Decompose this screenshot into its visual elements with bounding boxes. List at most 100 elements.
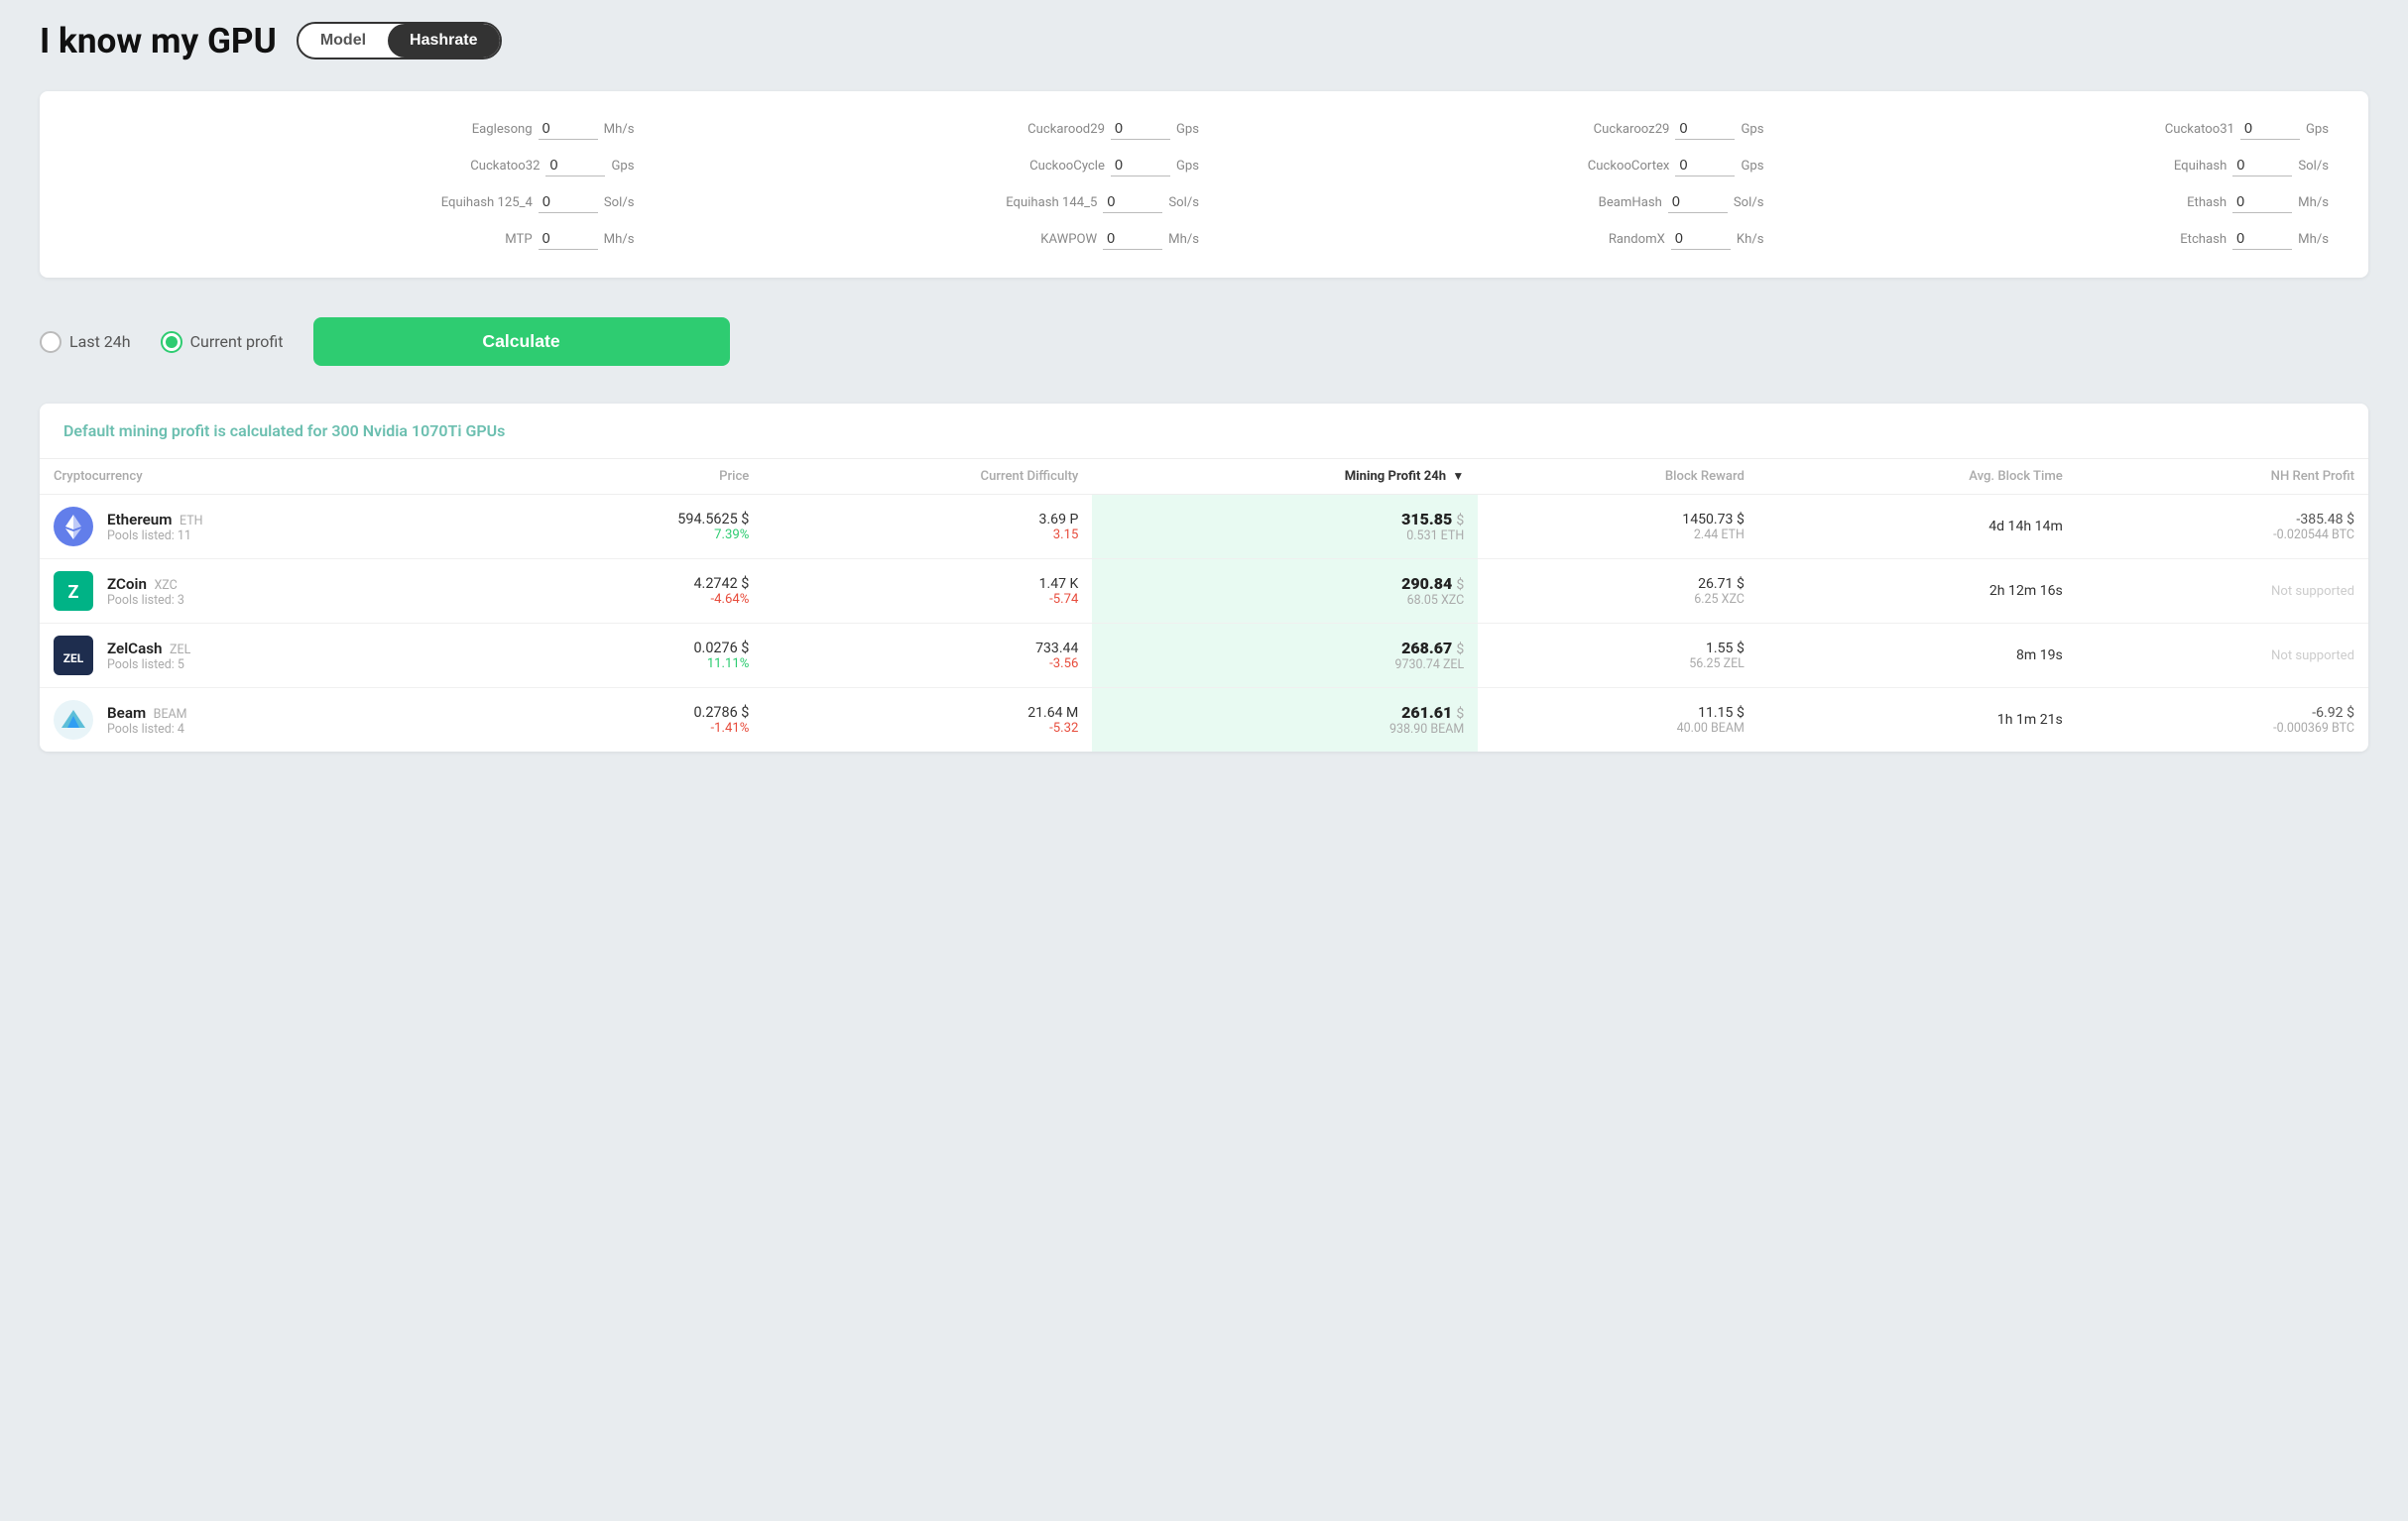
block-sub: 2.44 ETH bbox=[1492, 527, 1745, 542]
hashrate-field-cuckatoo32: Cuckatoo32 Gps bbox=[79, 156, 635, 176]
profit-cell-eth: 315.85 $ 0.531 ETH bbox=[1092, 495, 1478, 559]
calculate-button[interactable]: Calculate bbox=[313, 317, 730, 366]
col-header-mining-profit[interactable]: Mining Profit 24h ▼ bbox=[1092, 459, 1478, 495]
field-input-mtp[interactable] bbox=[539, 229, 598, 250]
field-label: Eaglesong bbox=[472, 122, 533, 137]
diff-main: 3.69 P bbox=[777, 512, 1078, 527]
field-input-ethash[interactable] bbox=[2232, 192, 2292, 213]
block-reward-cell-beam: 11.15 $ 40.00 BEAM bbox=[1478, 688, 1758, 753]
field-unit: Sol/s bbox=[1168, 195, 1199, 210]
field-unit: Sol/s bbox=[2298, 159, 2329, 174]
hashrate-panel: Eaglesong Mh/s Cuckarood29 Gps Cuckarooz… bbox=[40, 91, 2368, 278]
difficulty-cell-eth: 3.69 P 3.15 bbox=[763, 495, 1092, 559]
hashrate-field-equihash144_5: Equihash 144_5 Sol/s bbox=[645, 192, 1200, 213]
current-profit-radio[interactable]: Current profit bbox=[161, 331, 284, 353]
col-header-price: Price bbox=[503, 459, 763, 495]
diff-change: -5.32 bbox=[777, 721, 1078, 736]
price-main: 0.2786 $ bbox=[517, 704, 749, 721]
toggle-hashrate-btn[interactable]: Hashrate bbox=[388, 24, 499, 58]
zel-icon: ZEL bbox=[54, 636, 93, 675]
table-row: Ethereum ETH Pools listed: 11 594.5625 $… bbox=[40, 495, 2368, 559]
col-header-difficulty: Current Difficulty bbox=[763, 459, 1092, 495]
avg-block-time-cell-zel: 8m 19s bbox=[1758, 624, 2077, 688]
avg-block-time-cell-beam: 1h 1m 21s bbox=[1758, 688, 2077, 753]
pools-listed: Pools listed: 5 bbox=[107, 657, 190, 672]
field-input-cuckatoo32[interactable] bbox=[545, 156, 605, 176]
field-input-cuckarooz29[interactable] bbox=[1675, 119, 1735, 140]
profit-sub: 0.531 ETH bbox=[1106, 528, 1464, 543]
avg-block-time-value: 1h 1m 21s bbox=[1997, 712, 2063, 728]
svg-text:ZEL: ZEL bbox=[63, 651, 84, 665]
field-input-equihash[interactable] bbox=[2232, 156, 2292, 176]
nh-rent-cell-xzc: Not supported bbox=[2077, 559, 2368, 624]
hashrate-field-kawpow: KAWPOW Mh/s bbox=[645, 229, 1200, 250]
nh-rent-cell-beam: -6.92 $ -0.000369 BTC bbox=[2077, 688, 2368, 753]
field-input-eaglesong[interactable] bbox=[539, 119, 598, 140]
difficulty-cell-zel: 733.44 -3.56 bbox=[763, 624, 1092, 688]
page-header: I know my GPU Model Hashrate bbox=[40, 20, 2368, 61]
nh-rent-cell-zel: Not supported bbox=[2077, 624, 2368, 688]
field-label: Cuckatoo31 bbox=[2165, 122, 2234, 137]
block-reward-cell-xzc: 26.71 $ 6.25 XZC bbox=[1478, 559, 1758, 624]
profit-sub: 68.05 XZC bbox=[1106, 593, 1464, 608]
field-label: CuckooCycle bbox=[1029, 159, 1105, 174]
hashrate-field-randomx: RandomX Kh/s bbox=[1209, 229, 1764, 250]
block-sub: 40.00 BEAM bbox=[1492, 721, 1745, 736]
price-cell-xzc: 4.2742 $ -4.64% bbox=[503, 559, 763, 624]
block-reward-cell-eth: 1450.73 $ 2.44 ETH bbox=[1478, 495, 1758, 559]
field-input-equihash125_4[interactable] bbox=[539, 192, 598, 213]
current-profit-radio-circle bbox=[161, 331, 182, 353]
field-input-kawpow[interactable] bbox=[1103, 229, 1162, 250]
diff-change: -3.56 bbox=[777, 656, 1078, 671]
coin-cell-eth: Ethereum ETH Pools listed: 11 bbox=[40, 495, 503, 559]
profit-cell-zel: 268.67 $ 9730.74 ZEL bbox=[1092, 624, 1478, 688]
field-unit: Sol/s bbox=[604, 195, 635, 210]
coin-ticker: BEAM bbox=[154, 707, 187, 722]
coin-cell-xzc: Z ZCoin XZC Pools listed: 3 bbox=[40, 559, 503, 624]
hashrate-field-equihash125_4: Equihash 125_4 Sol/s bbox=[79, 192, 635, 213]
price-main: 594.5625 $ bbox=[517, 511, 749, 527]
col-header-cryptocurrency: Cryptocurrency bbox=[40, 459, 503, 495]
avg-block-time-cell-eth: 4d 14h 14m bbox=[1758, 495, 2077, 559]
results-section: Default mining profit is calculated for … bbox=[40, 404, 2368, 752]
field-input-cuckatoo31[interactable] bbox=[2240, 119, 2300, 140]
not-supported-label: Not supported bbox=[2271, 648, 2354, 663]
coin-cell-beam: Beam BEAM Pools listed: 4 bbox=[40, 688, 503, 753]
diff-main: 1.47 K bbox=[777, 576, 1078, 592]
diff-main: 21.64 M bbox=[777, 705, 1078, 721]
field-label: RandomX bbox=[1609, 232, 1665, 247]
coin-cell-zel: ZEL ZelCash ZEL Pools listed: 5 bbox=[40, 624, 503, 688]
difficulty-cell-xzc: 1.47 K -5.74 bbox=[763, 559, 1092, 624]
hashrate-field-equihash: Equihash Sol/s bbox=[1774, 156, 2330, 176]
price-cell-zel: 0.0276 $ 11.11% bbox=[503, 624, 763, 688]
field-input-randomx[interactable] bbox=[1671, 229, 1731, 250]
field-input-equihash144_5[interactable] bbox=[1103, 192, 1162, 213]
price-main: 0.0276 $ bbox=[517, 640, 749, 656]
field-input-beamhash[interactable] bbox=[1668, 192, 1728, 213]
nh-sub: -0.020544 BTC bbox=[2091, 527, 2354, 542]
coin-name: Ethereum bbox=[107, 511, 172, 528]
field-label: MTP bbox=[505, 232, 532, 247]
not-supported-label: Not supported bbox=[2271, 584, 2354, 599]
field-label: KAWPOW bbox=[1040, 232, 1097, 247]
toggle-model-btn[interactable]: Model bbox=[299, 24, 388, 58]
field-input-etchash[interactable] bbox=[2232, 229, 2292, 250]
page-title: I know my GPU bbox=[40, 20, 277, 61]
block-main: 1450.73 $ bbox=[1492, 512, 1745, 527]
field-input-cuckoocycle[interactable] bbox=[1111, 156, 1170, 176]
coin-name: Beam bbox=[107, 704, 146, 722]
mode-toggle[interactable]: Model Hashrate bbox=[297, 22, 502, 59]
last24h-radio[interactable]: Last 24h bbox=[40, 331, 131, 353]
profit-main: 268.67 $ bbox=[1106, 639, 1464, 657]
field-input-cuckarood29[interactable] bbox=[1111, 119, 1170, 140]
eth-icon bbox=[54, 507, 93, 546]
price-main: 4.2742 $ bbox=[517, 575, 749, 592]
field-label: Etchash bbox=[2180, 232, 2227, 247]
field-input-cuckoocortex[interactable] bbox=[1675, 156, 1735, 176]
beam-icon bbox=[54, 700, 93, 740]
xzc-icon: Z bbox=[54, 571, 93, 611]
avg-block-time-cell-xzc: 2h 12m 16s bbox=[1758, 559, 2077, 624]
coin-ticker: ETH bbox=[180, 514, 203, 528]
field-label: Ethash bbox=[2187, 195, 2227, 210]
coin-name: ZelCash bbox=[107, 640, 163, 657]
